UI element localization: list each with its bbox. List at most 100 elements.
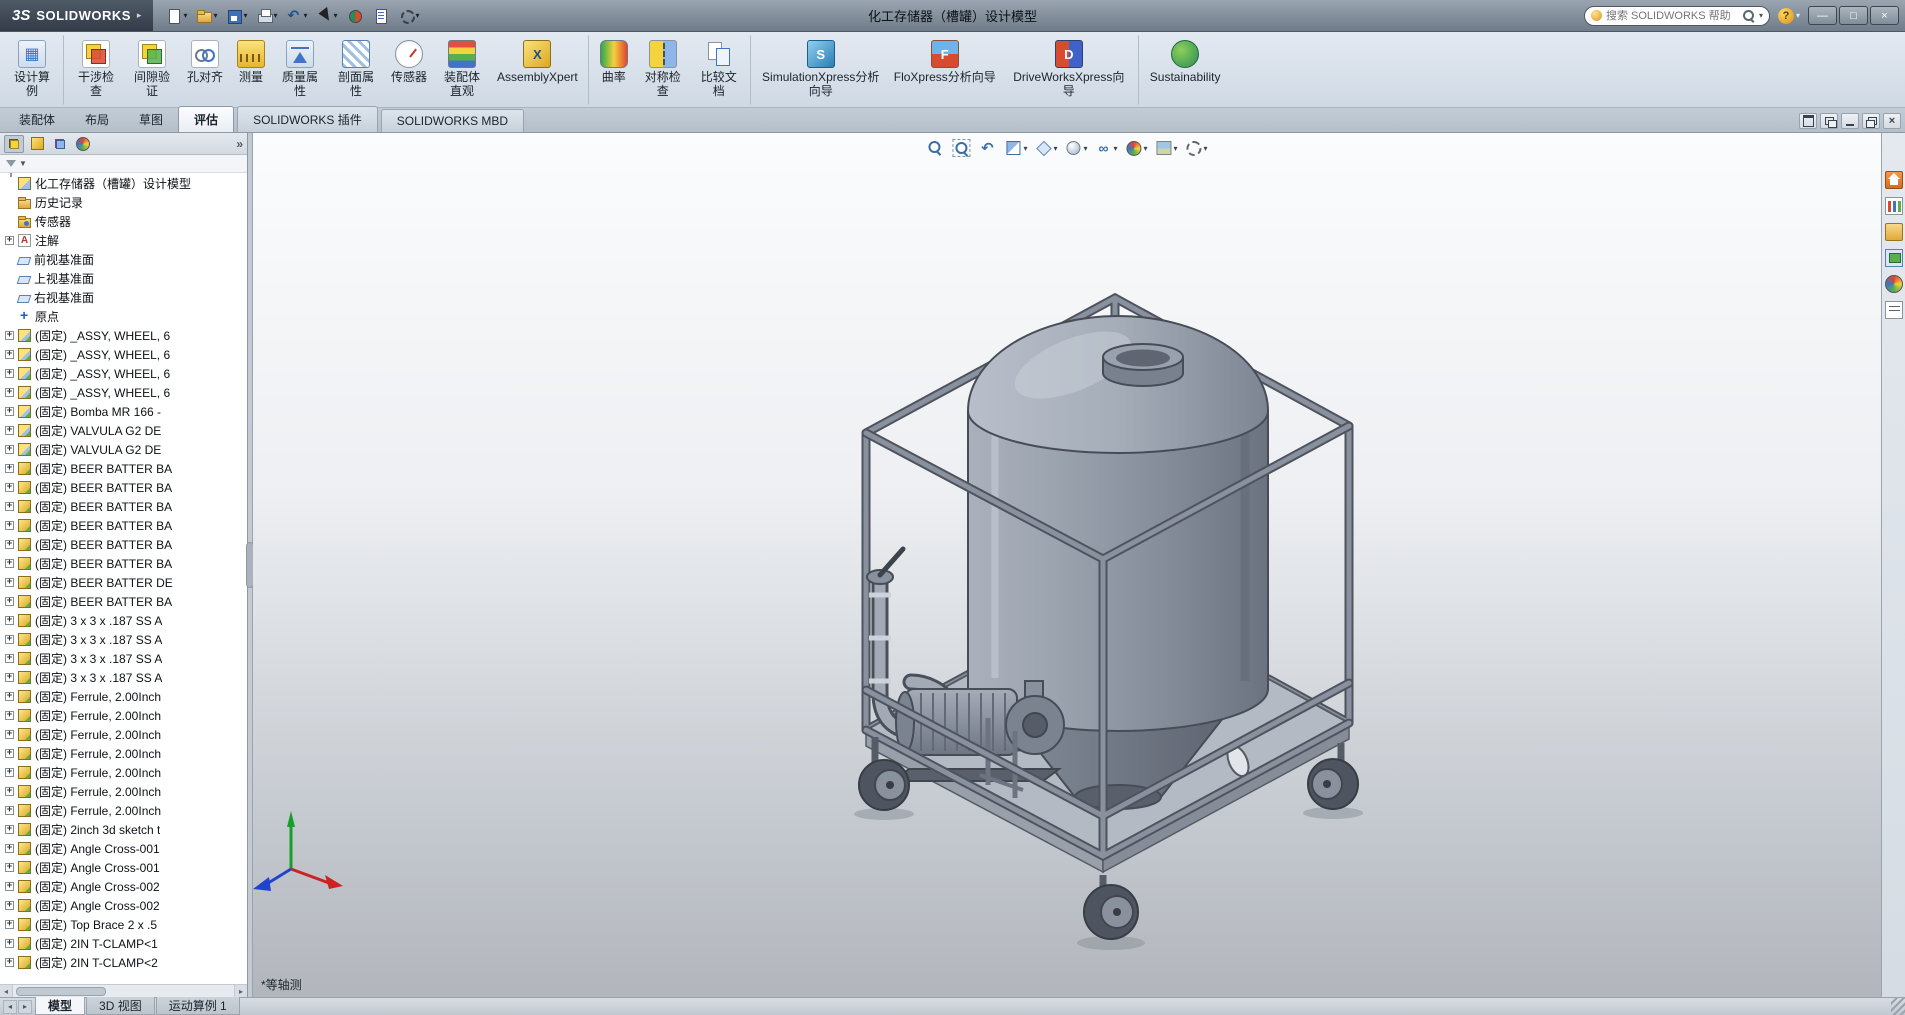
tree-item[interactable]: + (固定) BEER BATTER BA xyxy=(0,497,247,516)
ribbon-button[interactable]: 间隙验证 xyxy=(124,35,180,105)
tree-item[interactable]: + (固定) 2inch 3d sketch t xyxy=(0,820,247,839)
ribbon-button[interactable]: Sustainability xyxy=(1143,35,1228,105)
tree-item[interactable]: + (固定) Ferrule, 2.00Inch xyxy=(0,801,247,820)
dropdown-caret-icon[interactable]: ▾ xyxy=(213,11,217,20)
scroll-right-icon[interactable]: ▸ xyxy=(234,985,247,997)
expand-icon[interactable]: + xyxy=(5,958,14,967)
expand-icon[interactable]: + xyxy=(5,350,14,359)
tree-item[interactable]: + (固定) 2IN T-CLAMP<1 xyxy=(0,934,247,953)
dropdown-caret-icon[interactable]: ▾ xyxy=(274,11,278,20)
expand-icon[interactable]: + xyxy=(5,559,14,568)
quick-access-button[interactable]: ▾ xyxy=(396,6,423,26)
expand-icon[interactable]: + xyxy=(5,711,14,720)
ribbon-button[interactable]: 传感器 xyxy=(384,35,434,105)
tree-item[interactable]: + (固定) BEER BATTER BA xyxy=(0,592,247,611)
ribbon-button[interactable]: 对称检查 xyxy=(635,35,691,105)
quick-access-button[interactable]: ▾ xyxy=(193,6,220,26)
tree-item[interactable]: + (固定) Ferrule, 2.00Inch xyxy=(0,687,247,706)
view-toolbar-button[interactable]: ▾ xyxy=(1004,139,1027,157)
dropdown-caret-icon[interactable]: ▾ xyxy=(1053,144,1057,153)
tree-item[interactable]: + (固定) VALVULA G2 DE xyxy=(0,421,247,440)
mode-tab[interactable]: 模型 xyxy=(35,997,85,1015)
expand-icon[interactable]: + xyxy=(5,863,14,872)
quick-access-button[interactable] xyxy=(344,6,367,26)
view-toolbar-button[interactable] xyxy=(952,139,971,157)
expand-icon[interactable]: + xyxy=(5,483,14,492)
tree-item[interactable]: + (固定) BEER BATTER DE xyxy=(0,573,247,592)
expand-icon[interactable]: + xyxy=(5,597,14,606)
ribbon-button[interactable]: FloXpress分析向导 xyxy=(887,35,1003,105)
expand-icon[interactable]: + xyxy=(5,787,14,796)
minimize-doc-icon[interactable] xyxy=(1841,113,1859,129)
ribbon-button[interactable]: 干涉检查 xyxy=(68,35,124,105)
expand-icon[interactable]: + xyxy=(5,901,14,910)
expand-icon[interactable]: + xyxy=(5,540,14,549)
expand-icon[interactable]: + xyxy=(5,502,14,511)
expand-icon[interactable]: + xyxy=(5,635,14,644)
expand-icon[interactable]: + xyxy=(5,331,14,340)
filter-icon[interactable] xyxy=(6,160,16,167)
tree-item[interactable]: + (固定) Angle Cross-002 xyxy=(0,877,247,896)
expand-icon[interactable]: + xyxy=(5,806,14,815)
tree-item[interactable]: + (固定) VALVULA G2 DE xyxy=(0,440,247,459)
resize-grip-icon[interactable] xyxy=(1891,998,1905,1015)
tree-item[interactable]: + (固定) Angle Cross-001 xyxy=(0,858,247,877)
expand-icon[interactable]: + xyxy=(5,236,14,245)
file-explorer-icon[interactable] xyxy=(1885,223,1903,241)
view-toolbar-button[interactable]: ▾ xyxy=(1125,139,1148,157)
expand-icon[interactable]: + xyxy=(5,388,14,397)
view-toolbar-button[interactable] xyxy=(978,139,997,157)
solidworks-resources-icon[interactable] xyxy=(1885,171,1903,189)
command-tab[interactable]: 草图 xyxy=(124,107,178,132)
dropdown-caret-icon[interactable]: ▾ xyxy=(304,11,308,20)
expand-icon[interactable]: + xyxy=(5,920,14,929)
tree-item[interactable]: + (固定) Ferrule, 2.00Inch xyxy=(0,782,247,801)
graphics-area[interactable]: ▾ ▾ ▾ ▾ ▾ ▾ xyxy=(253,133,1881,997)
close-doc-icon[interactable] xyxy=(1883,113,1901,129)
cascade-windows-icon[interactable] xyxy=(1820,113,1838,129)
expand-icon[interactable]: + xyxy=(5,616,14,625)
tree-item[interactable]: + (固定) Angle Cross-001 xyxy=(0,839,247,858)
expand-icon[interactable]: + xyxy=(5,749,14,758)
help-search-input[interactable] xyxy=(1606,10,1738,22)
help-caret-icon[interactable]: ▾ xyxy=(1796,11,1800,20)
command-tab[interactable]: 装配体 xyxy=(4,107,70,132)
help-button[interactable]: ? ▾ xyxy=(1778,8,1800,24)
tree-item[interactable]: + (固定) BEER BATTER BA xyxy=(0,554,247,573)
expand-icon[interactable]: + xyxy=(5,844,14,853)
tree-item[interactable]: + (固定) Ferrule, 2.00Inch xyxy=(0,706,247,725)
ribbon-button[interactable]: 测量 xyxy=(230,35,272,105)
tree-item[interactable]: + (固定) 3 x 3 x .187 SS A xyxy=(0,668,247,687)
command-tab[interactable]: SOLIDWORKS MBD xyxy=(381,109,524,132)
filter-caret-icon[interactable]: ▼ xyxy=(19,159,27,168)
dropdown-caret-icon[interactable]: ▾ xyxy=(1083,144,1087,153)
menu-expand-icon[interactable]: ▸ xyxy=(137,10,142,21)
ribbon-button[interactable]: 孔对齐 xyxy=(180,35,230,105)
expand-icon[interactable]: + xyxy=(5,426,14,435)
close-window-icon[interactable]: × xyxy=(1870,6,1899,25)
view-toolbar-button[interactable] xyxy=(926,139,945,157)
tree-item[interactable]: + (固定) BEER BATTER BA xyxy=(0,535,247,554)
view-toolbar-button[interactable]: ▾ xyxy=(1064,139,1087,157)
tree-item[interactable]: + (固定) 3 x 3 x .187 SS A xyxy=(0,611,247,630)
command-tab[interactable]: SOLIDWORKS 插件 xyxy=(237,106,378,132)
dropdown-caret-icon[interactable]: ▾ xyxy=(1204,144,1208,153)
tree-item[interactable]: + 前视基准面 xyxy=(0,250,247,269)
ribbon-button[interactable]: 设计算例 xyxy=(4,35,64,105)
ribbon-button[interactable]: 剖面属性 xyxy=(328,35,384,105)
tab-scroll-right-icon[interactable]: ▸ xyxy=(18,1000,32,1014)
quick-access-button[interactable]: ▾ xyxy=(254,6,281,26)
expand-icon[interactable]: + xyxy=(5,445,14,454)
tab-scroll-left-icon[interactable]: ◂ xyxy=(3,1000,17,1014)
quick-access-button[interactable] xyxy=(370,6,393,26)
expand-icon[interactable]: + xyxy=(5,521,14,530)
expand-icon[interactable]: + xyxy=(5,673,14,682)
minimize-window-icon[interactable]: — xyxy=(1808,6,1837,25)
dropdown-caret-icon[interactable]: ▾ xyxy=(416,11,420,20)
tile-windows-icon[interactable] xyxy=(1799,113,1817,129)
design-library-icon[interactable] xyxy=(1885,197,1903,215)
ribbon-button[interactable]: 质量属性 xyxy=(272,35,328,105)
tree-item[interactable]: + (固定) BEER BATTER BA xyxy=(0,459,247,478)
panel-overflow-chevron[interactable]: » xyxy=(236,137,243,151)
expand-icon[interactable]: + xyxy=(5,939,14,948)
